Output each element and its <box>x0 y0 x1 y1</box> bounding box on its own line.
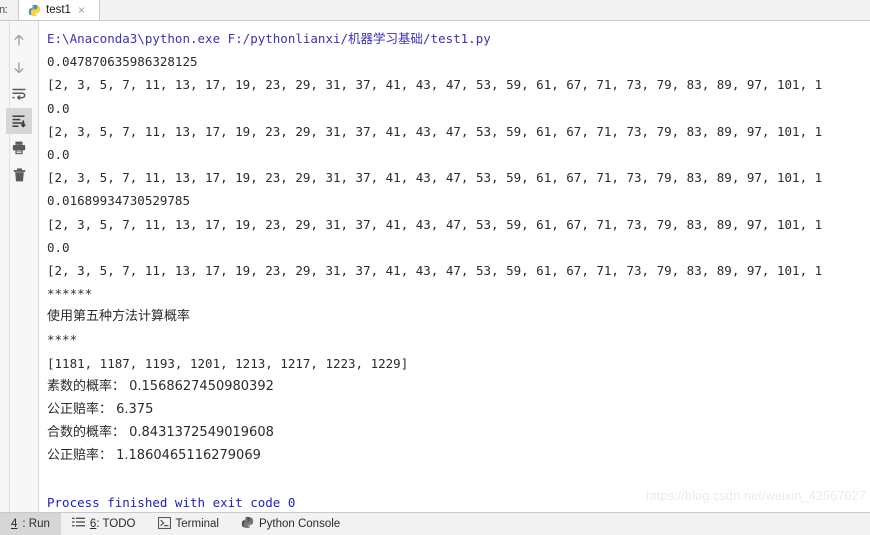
console-line-separator: ****** <box>47 286 93 302</box>
console-line-exit-message: Process finished with exit code 0 <box>47 494 296 510</box>
console-line-filtered-primes: [1181, 1187, 1193, 1201, 1213, 1217, 122… <box>47 355 409 371</box>
close-icon[interactable]: × <box>78 4 85 16</box>
tab-bar-empty-area <box>100 0 870 20</box>
print-icon[interactable] <box>6 135 32 161</box>
console-line-primes: [2, 3, 5, 7, 11, 13, 17, 19, 23, 29, 31,… <box>47 123 823 139</box>
console-line-timing: 0.0 <box>47 100 70 116</box>
run-mnemonic: 4 <box>11 518 18 530</box>
console-line-timing: 0.0 <box>47 239 70 255</box>
run-toolbar <box>0 21 39 512</box>
console-line-separator: **** <box>47 332 78 348</box>
run-label: : Run <box>22 518 50 530</box>
console-line-primes: [2, 3, 5, 7, 11, 13, 17, 19, 23, 29, 31,… <box>47 216 823 232</box>
console-line-composite-probability: 合数的概率： 0.8431372549019608 <box>47 425 274 441</box>
python-console-label: Python Console <box>258 518 341 530</box>
console-line-command: E:\Anaconda3\python.exe F:/pythonlianxi/… <box>47 31 491 46</box>
console-line-prime-probability: 素数的概率： 0.1568627450980392 <box>47 378 274 394</box>
pycharm-run-tool-window: n: test1 × E:\Anaconda3\python.exe F:/py… <box>0 0 870 535</box>
console-line-timing: 0.047870635986328125 <box>47 54 198 70</box>
console-line-timing: 0.01689934730529785 <box>47 193 190 209</box>
status-bar: 4 : Run 6: TODO Terminal Python Console <box>0 512 870 535</box>
trash-icon[interactable] <box>6 162 32 188</box>
console-output[interactable]: E:\Anaconda3\python.exe F:/pythonlianxi/… <box>39 21 870 512</box>
status-bar-item-python-console[interactable]: Python Console <box>230 513 351 535</box>
console-line-method-heading: 使用第五种方法计算概率 <box>47 309 191 325</box>
tool-window-label: n: <box>0 0 18 20</box>
status-bar-item-todo[interactable]: 6: TODO <box>61 513 147 535</box>
tab-title: test1 <box>46 4 71 16</box>
todo-list-icon <box>71 517 85 531</box>
soft-wrap-icon[interactable] <box>6 81 32 107</box>
status-bar-item-run[interactable]: 4 : Run <box>0 513 61 535</box>
scroll-to-end-icon[interactable] <box>6 108 32 134</box>
tab-test1[interactable]: test1 × <box>18 0 100 20</box>
tool-window-label-text: n: <box>0 4 8 16</box>
console-body: E:\Anaconda3\python.exe F:/pythonlianxi/… <box>0 21 870 512</box>
terminal-icon <box>157 516 171 532</box>
terminal-label: Terminal <box>175 518 219 530</box>
todo-label: : TODO <box>96 518 136 530</box>
console-line-primes: [2, 3, 5, 7, 11, 13, 17, 19, 23, 29, 31,… <box>47 170 823 186</box>
status-bar-item-terminal[interactable]: Terminal <box>147 513 230 535</box>
console-line-primes: [2, 3, 5, 7, 11, 13, 17, 19, 23, 29, 31,… <box>47 77 823 93</box>
console-line-timing: 0.0 <box>47 146 70 162</box>
console-line-prime-odds: 公正赔率： 6.375 <box>47 402 154 417</box>
tab-bar: n: test1 × <box>0 0 870 21</box>
python-console-icon <box>241 516 254 532</box>
down-arrow-icon[interactable] <box>6 54 32 80</box>
up-arrow-icon[interactable] <box>6 27 32 53</box>
console-line-composite-odds: 公正赔率： 1.1860465116279069 <box>47 448 261 464</box>
console-line-primes: [2, 3, 5, 7, 11, 13, 17, 19, 23, 29, 31,… <box>47 262 823 278</box>
python-file-icon <box>28 4 41 17</box>
